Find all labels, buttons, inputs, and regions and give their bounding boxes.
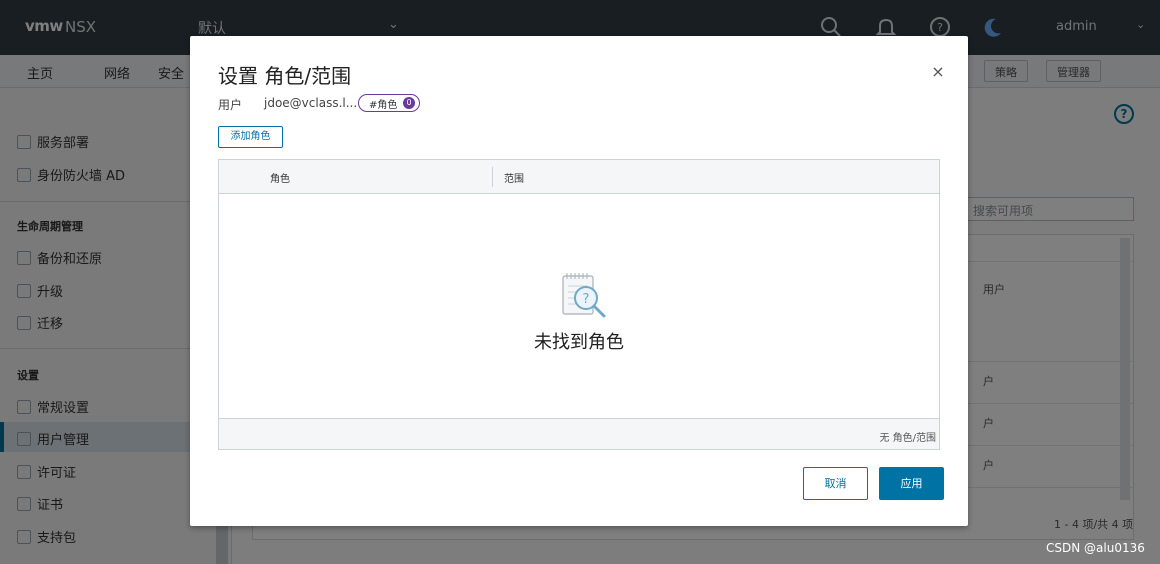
grid-footer: 无 角色/范围	[219, 418, 939, 449]
not-found-icon: ?	[562, 273, 606, 318]
set-roles-modal: 设置 角色/范围 × 用户 jdoe@vclass.l... #角色 0 添加角…	[190, 36, 968, 526]
empty-state-text: 未找到角色	[534, 332, 624, 353]
grid-footer-info: 无 角色/范围	[879, 433, 936, 444]
close-icon[interactable]: ×	[930, 64, 946, 80]
watermark: CSDN @alu0136	[1046, 541, 1145, 555]
role-count: 0	[403, 97, 415, 109]
cancel-button[interactable]: 取消	[803, 467, 868, 500]
roles-grid: 角色 范围 ? 未找到角色 无 角色/范围	[218, 159, 940, 450]
add-role-button[interactable]: 添加角色	[218, 126, 283, 148]
user-value: jdoe@vclass.l...	[264, 96, 358, 110]
column-header-scope[interactable]: 范围	[504, 170, 524, 185]
role-count-badge: #角色 0	[358, 94, 420, 112]
empty-state: ? 未找到角色	[219, 194, 939, 418]
modal-title: 设置 角色/范围	[218, 64, 352, 88]
apply-button[interactable]: 应用	[879, 467, 944, 500]
svg-text:?: ?	[583, 292, 590, 307]
role-badge-label: #角色	[369, 100, 398, 111]
grid-header: 角色 范围	[219, 160, 939, 194]
user-label: 用户	[218, 98, 243, 112]
column-header-role[interactable]: 角色	[270, 170, 290, 185]
column-separator[interactable]	[492, 167, 493, 187]
